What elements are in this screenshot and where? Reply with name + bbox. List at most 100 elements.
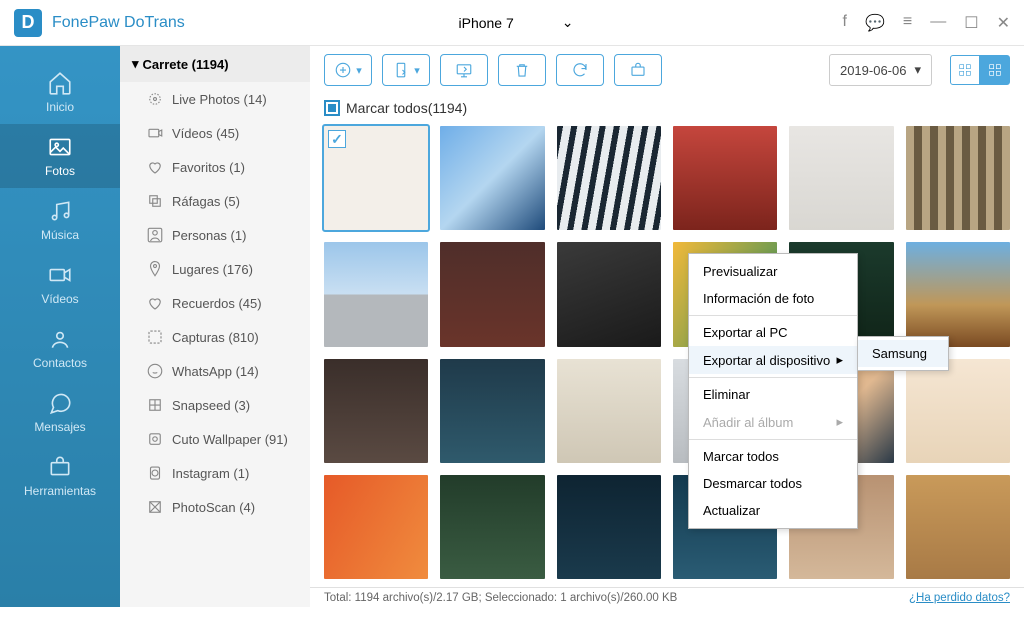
photo-thumb[interactable] bbox=[906, 475, 1010, 579]
status-bar: Total: 1194 archivo(s)/2.17 GB; Seleccio… bbox=[310, 587, 1024, 607]
photo-thumb[interactable] bbox=[557, 475, 661, 579]
category-item[interactable]: Vídeos (45) bbox=[120, 116, 310, 150]
photo-thumb[interactable] bbox=[440, 242, 544, 346]
category-label: Cuto Wallpaper (91) bbox=[172, 432, 288, 447]
photo-thumb[interactable] bbox=[673, 126, 777, 230]
photo-thumb[interactable] bbox=[789, 126, 893, 230]
export-pc-button[interactable] bbox=[440, 54, 488, 86]
photo-thumb[interactable] bbox=[440, 126, 544, 230]
lost-data-link[interactable]: ¿Ha perdido datos? bbox=[909, 592, 1010, 604]
photo-thumb[interactable] bbox=[906, 126, 1010, 230]
status-text: Total: 1194 archivo(s)/2.17 GB; Seleccio… bbox=[324, 592, 677, 604]
ctx-deselect-all[interactable]: Desmarcar todos bbox=[689, 470, 857, 497]
device-selector[interactable]: iPhone 7 ⌄ bbox=[450, 14, 573, 31]
context-menu: Previsualizar Información de foto Export… bbox=[688, 253, 858, 529]
chevron-right-icon: ▸ bbox=[836, 352, 843, 368]
toolbar: ▾ ▾ 2019-06-06 ▾ bbox=[310, 46, 1024, 94]
share-icon[interactable]: f bbox=[843, 13, 847, 33]
sidebar-item-label: Inicio bbox=[46, 100, 74, 114]
category-item[interactable]: Snapseed (3) bbox=[120, 388, 310, 422]
date-filter[interactable]: 2019-06-06 ▾ bbox=[829, 54, 932, 86]
category-item[interactable]: Instagram (1) bbox=[120, 456, 310, 490]
sidebar-item-tools[interactable]: Herramientas bbox=[0, 444, 120, 508]
context-submenu: Samsung bbox=[857, 336, 949, 371]
category-icon bbox=[146, 498, 164, 516]
app-logo: D bbox=[14, 9, 42, 37]
close-button[interactable]: ✕ bbox=[997, 13, 1010, 33]
category-item[interactable]: Cuto Wallpaper (91) bbox=[120, 422, 310, 456]
delete-button[interactable] bbox=[498, 54, 546, 86]
content-area: ▾ ▾ 2019-06-06 ▾ Marcar todos(1194) Prev… bbox=[310, 46, 1024, 607]
ctx-export-pc[interactable]: Exportar al PC bbox=[689, 319, 857, 346]
ctx-add-album: Añadir al álbum▸ bbox=[689, 408, 857, 436]
category-icon bbox=[146, 362, 164, 380]
home-icon bbox=[0, 70, 120, 96]
maximize-button[interactable]: ☐ bbox=[964, 13, 978, 33]
grid-large-button[interactable] bbox=[980, 55, 1010, 85]
select-all-checkbox[interactable] bbox=[324, 100, 340, 116]
photo-thumb[interactable] bbox=[324, 126, 428, 230]
toolbox-button[interactable] bbox=[614, 54, 662, 86]
add-button[interactable]: ▾ bbox=[324, 54, 372, 86]
category-item[interactable]: Ráfagas (5) bbox=[120, 184, 310, 218]
category-label: Vídeos (45) bbox=[172, 126, 239, 141]
category-item[interactable]: Favoritos (1) bbox=[120, 150, 310, 184]
ctx-export-device[interactable]: Exportar al dispositivo▸ bbox=[689, 346, 857, 374]
ctx-sub-device[interactable]: Samsung bbox=[858, 340, 948, 367]
sidebar-item-photos[interactable]: Fotos bbox=[0, 124, 120, 188]
ctx-info[interactable]: Información de foto bbox=[689, 285, 857, 312]
category-header[interactable]: ▾ Carrete (1194) bbox=[120, 46, 310, 82]
toolbox-icon bbox=[0, 454, 120, 480]
thumb-checkbox[interactable] bbox=[328, 130, 346, 148]
photo-thumb[interactable] bbox=[440, 475, 544, 579]
photo-thumb[interactable] bbox=[324, 475, 428, 579]
category-item[interactable]: Capturas (810) bbox=[120, 320, 310, 354]
photo-thumb[interactable] bbox=[440, 359, 544, 463]
category-icon bbox=[146, 90, 164, 108]
category-item[interactable]: PhotoScan (4) bbox=[120, 490, 310, 524]
chevron-down-icon: ▾ bbox=[414, 64, 420, 77]
photo-thumb[interactable] bbox=[324, 242, 428, 346]
category-icon bbox=[146, 226, 164, 244]
feedback-icon[interactable]: 💬 bbox=[865, 13, 885, 33]
category-label: Instagram (1) bbox=[172, 466, 249, 481]
photo-thumb[interactable] bbox=[557, 359, 661, 463]
ctx-select-all[interactable]: Marcar todos bbox=[689, 443, 857, 470]
category-item[interactable]: Lugares (176) bbox=[120, 252, 310, 286]
ctx-preview[interactable]: Previsualizar bbox=[689, 258, 857, 285]
category-item[interactable]: Personas (1) bbox=[120, 218, 310, 252]
category-icon bbox=[146, 260, 164, 278]
category-icon bbox=[146, 430, 164, 448]
category-label: Ráfagas (5) bbox=[172, 194, 240, 209]
category-label: Snapseed (3) bbox=[172, 398, 250, 413]
refresh-button[interactable] bbox=[556, 54, 604, 86]
sidebar-item-home[interactable]: Inicio bbox=[0, 60, 120, 124]
chevron-down-icon: ▾ bbox=[132, 56, 139, 72]
separator bbox=[689, 439, 857, 440]
photo-thumb[interactable] bbox=[906, 359, 1010, 463]
photo-thumb[interactable] bbox=[557, 242, 661, 346]
sidebar-item-videos[interactable]: Vídeos bbox=[0, 252, 120, 316]
grid-small-button[interactable] bbox=[950, 55, 980, 85]
photo-thumb[interactable] bbox=[324, 359, 428, 463]
ctx-refresh[interactable]: Actualizar bbox=[689, 497, 857, 524]
select-all-row[interactable]: Marcar todos(1194) bbox=[310, 94, 1024, 122]
menu-icon[interactable]: ≡ bbox=[903, 13, 912, 33]
sidebar-item-music[interactable]: Música bbox=[0, 188, 120, 252]
photo-thumb[interactable] bbox=[906, 242, 1010, 346]
category-item[interactable]: WhatsApp (14) bbox=[120, 354, 310, 388]
sidebar-item-label: Fotos bbox=[45, 164, 75, 178]
ctx-delete[interactable]: Eliminar bbox=[689, 381, 857, 408]
category-icon bbox=[146, 464, 164, 482]
minimize-button[interactable]: ― bbox=[930, 13, 946, 33]
category-item[interactable]: Recuerdos (45) bbox=[120, 286, 310, 320]
category-item[interactable]: Live Photos (14) bbox=[120, 82, 310, 116]
sidebar-item-messages[interactable]: Mensajes bbox=[0, 380, 120, 444]
export-phone-button[interactable]: ▾ bbox=[382, 54, 430, 86]
sidebar-item-contacts[interactable]: Contactos bbox=[0, 316, 120, 380]
photo-thumb[interactable] bbox=[557, 126, 661, 230]
category-label: PhotoScan (4) bbox=[172, 500, 255, 515]
chevron-down-icon: ⌄ bbox=[562, 14, 574, 31]
app-name: FonePaw DoTrans bbox=[52, 14, 185, 32]
category-label: Lugares (176) bbox=[172, 262, 253, 277]
